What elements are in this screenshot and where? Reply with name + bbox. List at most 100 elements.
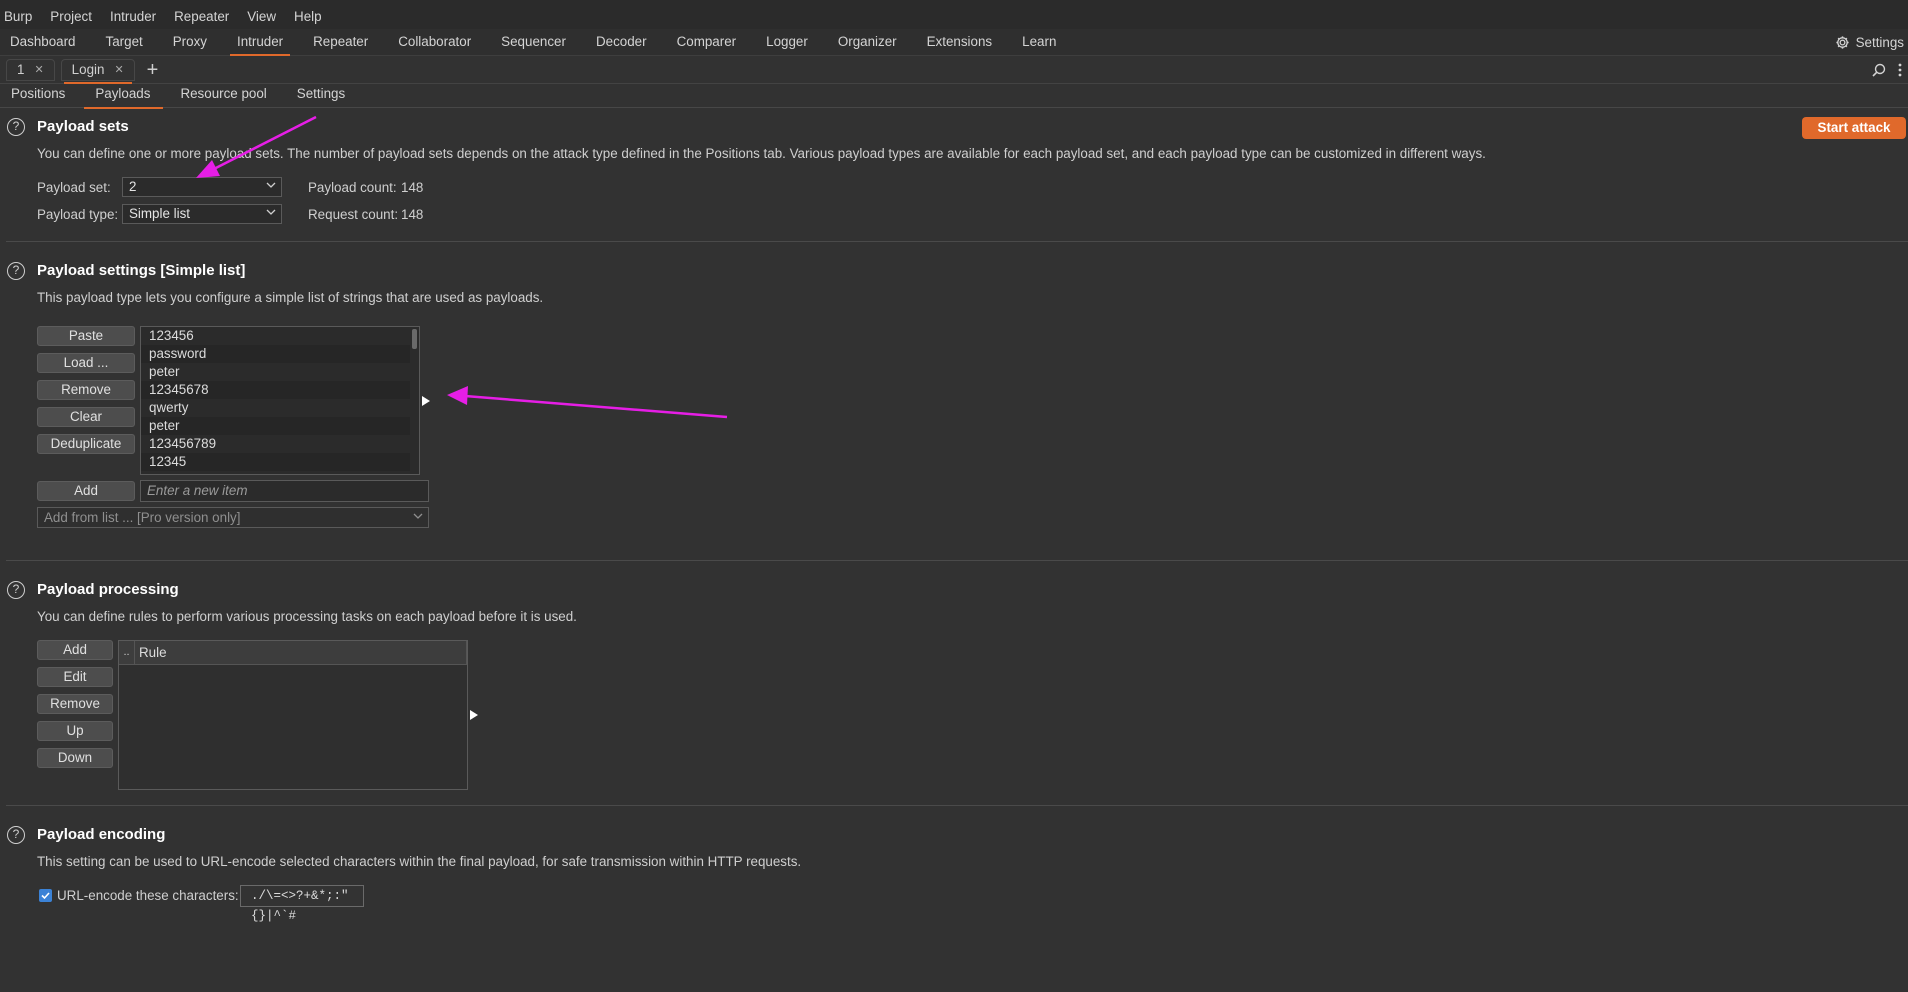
- add-rule-button[interactable]: Add: [37, 640, 113, 660]
- gear-icon: [1836, 36, 1849, 49]
- payload-set-label: Payload set:: [37, 180, 111, 195]
- tab-dashboard[interactable]: Dashboard: [0, 29, 91, 56]
- menu-repeater[interactable]: Repeater: [174, 5, 229, 24]
- instance-tab-label: 1: [17, 62, 25, 77]
- deduplicate-button[interactable]: Deduplicate: [37, 434, 135, 454]
- expand-arrow-icon[interactable]: [422, 396, 430, 406]
- paste-button[interactable]: Paste: [37, 326, 135, 346]
- instance-tab-login[interactable]: Login ✕: [60, 58, 135, 84]
- payload-sets-description: You can define one or more payload sets.…: [37, 146, 1486, 161]
- tab-decoder[interactable]: Decoder: [581, 29, 662, 56]
- payload-type-label: Payload type:: [37, 207, 119, 222]
- tab-target[interactable]: Target: [91, 29, 158, 56]
- tab-repeater[interactable]: Repeater: [298, 29, 383, 56]
- add-tab-icon[interactable]: +: [147, 60, 159, 80]
- list-item[interactable]: qwerty: [141, 399, 410, 417]
- subtab-positions[interactable]: Positions: [0, 84, 78, 108]
- start-attack-button[interactable]: Start attack: [1802, 117, 1906, 139]
- expand-arrow-icon[interactable]: [470, 710, 478, 720]
- settings-button[interactable]: Settings: [1835, 29, 1904, 56]
- payload-processing-description: You can define rules to perform various …: [37, 609, 577, 624]
- annotation-arrow-icon: [447, 386, 728, 419]
- clear-button[interactable]: Clear: [37, 407, 135, 427]
- payload-encoding-description: This setting can be used to URL-encode s…: [37, 854, 802, 869]
- new-item-input[interactable]: Enter a new item: [140, 480, 429, 502]
- tab-sequencer[interactable]: Sequencer: [486, 29, 581, 56]
- list-item[interactable]: 123456789: [141, 435, 410, 453]
- list-item[interactable]: password: [141, 345, 410, 363]
- request-count-label: Request count:: [308, 207, 399, 222]
- add-from-list-select[interactable]: Add from list ... [Pro version only]: [37, 507, 429, 528]
- settings-label: Settings: [1855, 35, 1904, 50]
- tab-collaborator[interactable]: Collaborator: [383, 29, 486, 56]
- remove-button[interactable]: Remove: [37, 380, 135, 400]
- checkmark-icon: [41, 892, 50, 900]
- help-icon[interactable]: ?: [7, 262, 25, 280]
- payload-encoding-title: Payload encoding: [37, 826, 166, 843]
- help-icon[interactable]: ?: [7, 118, 25, 136]
- instance-tabs: 1 ✕ Login ✕ +: [0, 56, 1908, 84]
- list-item[interactable]: peter: [141, 363, 410, 381]
- menu-view[interactable]: View: [247, 5, 276, 24]
- list-item[interactable]: 123456: [141, 327, 410, 345]
- chevron-down-icon: [266, 182, 276, 188]
- divider: [6, 560, 1908, 561]
- menu-project[interactable]: Project: [50, 5, 92, 24]
- column-header-rule[interactable]: Rule: [135, 640, 467, 665]
- search-icon[interactable]: [1872, 63, 1886, 77]
- down-rule-button[interactable]: Down: [37, 748, 113, 768]
- request-count-value: 148: [401, 207, 424, 222]
- tab-organizer[interactable]: Organizer: [823, 29, 912, 56]
- tab-intruder[interactable]: Intruder: [222, 29, 298, 56]
- menu-burp[interactable]: Burp: [4, 5, 32, 24]
- tab-extensions[interactable]: Extensions: [912, 29, 1008, 56]
- payload-type-select[interactable]: Simple list: [122, 204, 282, 224]
- payload-type-value: Simple list: [129, 206, 191, 221]
- subtab-settings[interactable]: Settings: [286, 84, 358, 108]
- menu-help[interactable]: Help: [294, 5, 322, 24]
- add-item-button[interactable]: Add: [37, 481, 135, 501]
- scrollbar[interactable]: [412, 329, 417, 349]
- instance-tools: [1872, 56, 1902, 84]
- edit-rule-button[interactable]: Edit: [37, 667, 113, 687]
- instance-tab-label: Login: [71, 62, 105, 77]
- list-item[interactable]: peter: [141, 417, 410, 435]
- rules-table[interactable]: .. Rule: [118, 640, 468, 790]
- add-from-list-label: Add from list ... [Pro version only]: [44, 510, 241, 525]
- help-icon[interactable]: ?: [7, 581, 25, 599]
- tab-learn[interactable]: Learn: [1007, 29, 1071, 56]
- subtab-resource-pool[interactable]: Resource pool: [169, 84, 279, 108]
- tab-logger[interactable]: Logger: [751, 29, 823, 56]
- instance-tab-1[interactable]: 1 ✕: [6, 58, 55, 81]
- url-encode-checkbox[interactable]: [39, 889, 52, 902]
- subtab-payloads[interactable]: Payloads: [84, 84, 164, 109]
- menu-bar: Burp Project Intruder Repeater View Help: [0, 0, 1908, 29]
- payload-sets-title: Payload sets: [37, 118, 129, 135]
- payload-set-select[interactable]: 2: [122, 177, 282, 197]
- payload-processing-title: Payload processing: [37, 581, 179, 598]
- menu-intruder[interactable]: Intruder: [110, 5, 156, 24]
- url-encode-chars-input[interactable]: ./\=<>?+&*;:"{}|^`#: [240, 885, 364, 923]
- tab-proxy[interactable]: Proxy: [158, 29, 222, 56]
- chevron-down-icon: [266, 209, 276, 215]
- url-encode-label: URL-encode these characters:: [57, 888, 239, 903]
- table-header: .. Rule: [119, 640, 467, 665]
- help-icon[interactable]: ?: [7, 826, 25, 844]
- up-rule-button[interactable]: Up: [37, 721, 113, 741]
- payload-settings-title: Payload settings [Simple list]: [37, 262, 246, 279]
- divider: [6, 241, 1908, 242]
- remove-rule-button[interactable]: Remove: [37, 694, 113, 714]
- chevron-down-icon: [413, 513, 423, 519]
- payload-settings-description: This payload type lets you configure a s…: [37, 290, 544, 305]
- payload-list[interactable]: 123456 password peter 12345678 qwerty pe…: [140, 326, 420, 475]
- column-header-enabled[interactable]: ..: [119, 640, 135, 665]
- tab-comparer[interactable]: Comparer: [662, 29, 752, 56]
- close-icon[interactable]: ✕: [114, 63, 123, 76]
- close-icon[interactable]: ✕: [34, 63, 43, 76]
- load-button[interactable]: Load ...: [37, 353, 135, 373]
- sub-tabs: Positions Payloads Resource pool Setting…: [0, 84, 1908, 109]
- kebab-menu-icon[interactable]: [1898, 63, 1902, 77]
- divider: [6, 805, 1908, 806]
- list-item[interactable]: 12345678: [141, 381, 410, 399]
- list-item[interactable]: 12345: [141, 453, 410, 471]
